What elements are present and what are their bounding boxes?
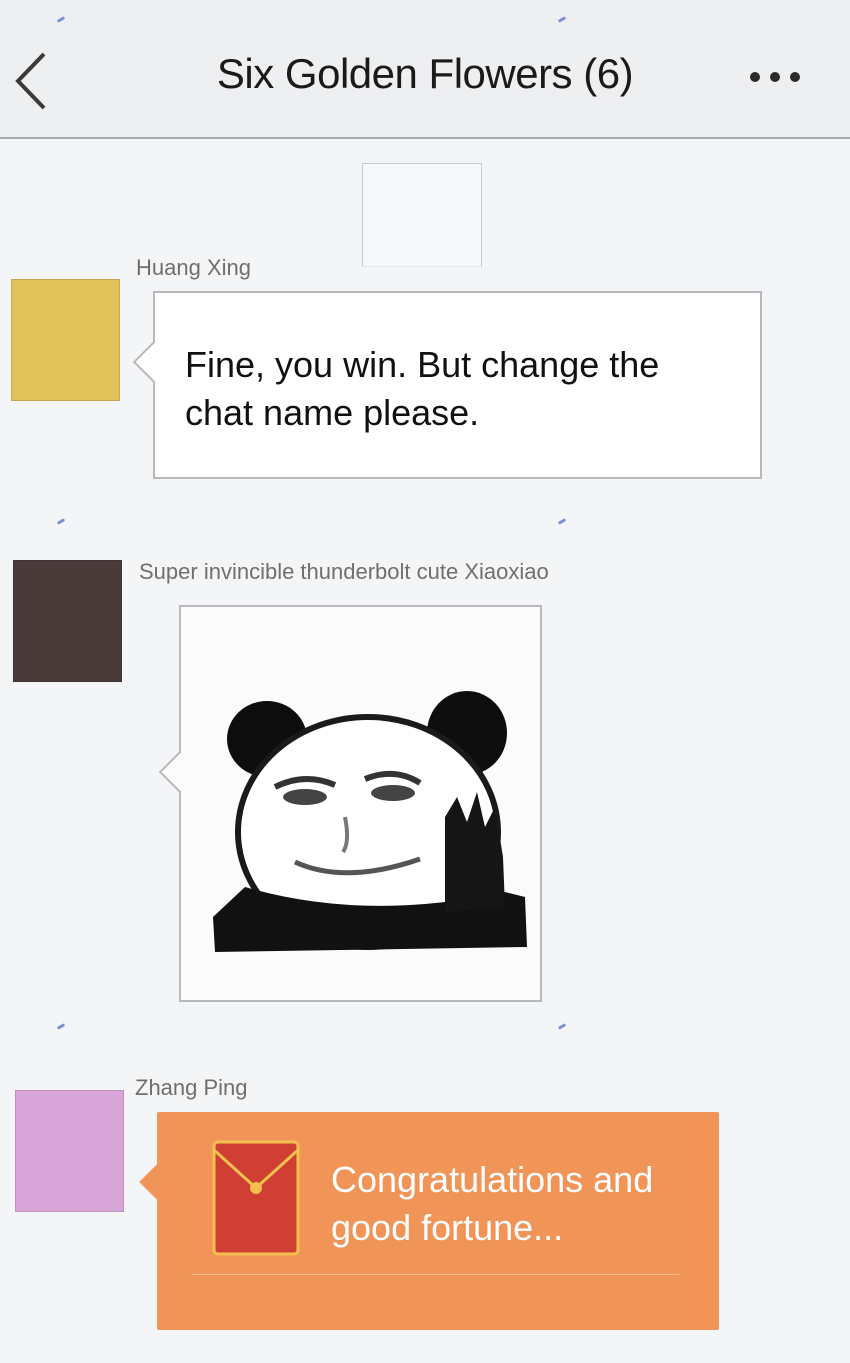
red-envelope-icon (212, 1140, 300, 1256)
message-text: Fine, you win. But change the chat name … (185, 344, 660, 433)
sticker-bubble[interactable] (158, 605, 542, 1002)
avatar[interactable] (11, 279, 120, 401)
decorative-fleck (557, 1023, 567, 1030)
decorative-fleck (56, 1023, 66, 1030)
avatar[interactable] (13, 560, 122, 682)
panda-meme-sticker (213, 691, 527, 952)
more-options-button[interactable] (740, 62, 820, 92)
sender-name: Huang Xing (136, 255, 251, 280)
message-bubble[interactable]: Fine, you win. But change the chat name … (132, 291, 762, 479)
decorative-fleck (557, 518, 567, 525)
chat-title: Six Golden Flowers (6) (216, 50, 634, 97)
red-packet-text: Congratulations and good fortune... (331, 1159, 654, 1248)
panda-right-eye (371, 785, 415, 801)
red-packet-message[interactable]: Congratulations and good fortune... (139, 1112, 719, 1330)
avatar[interactable] (15, 1090, 124, 1212)
panda-left-eye (283, 789, 327, 805)
sender-name: Super invincible thunderbolt cute Xiaoxi… (139, 559, 549, 584)
system-notice-box (362, 163, 482, 267)
sender-name: Zhang Ping (135, 1075, 248, 1100)
chat-header: Six Golden Flowers (6) (0, 0, 850, 139)
divider (191, 1274, 679, 1275)
decorative-fleck (56, 518, 66, 525)
